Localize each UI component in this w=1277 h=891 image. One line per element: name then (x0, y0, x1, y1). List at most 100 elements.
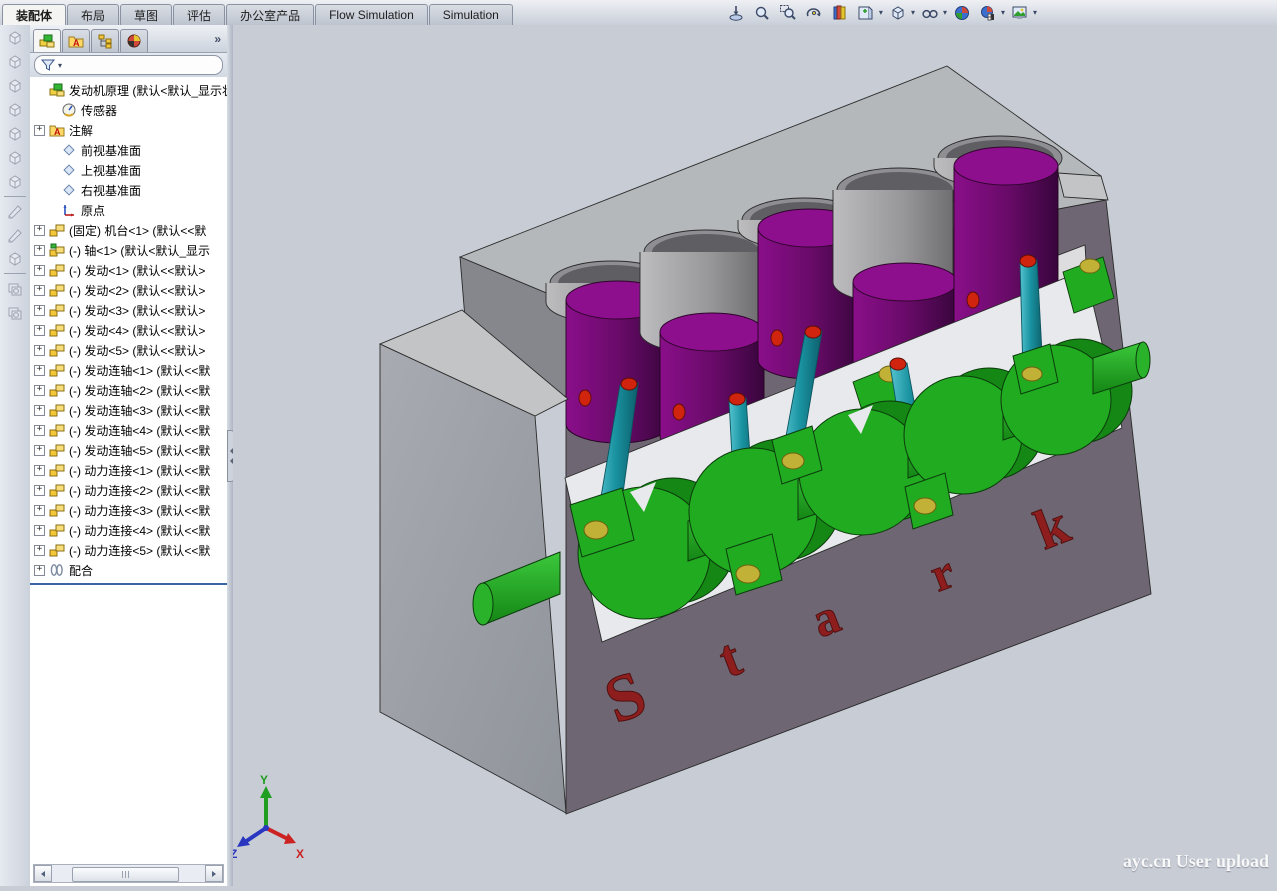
tree-item-component[interactable]: + (-) 发动<2> (默认<<默认> (30, 280, 227, 300)
expand-toggle[interactable]: + (34, 465, 45, 476)
expand-toggle[interactable]: + (34, 265, 45, 276)
tab-layout[interactable]: 布局 (67, 4, 119, 25)
expand-toggle[interactable]: + (34, 385, 45, 396)
back-view-icon[interactable] (2, 51, 28, 73)
tree-item-root[interactable]: 发动机原理 (默认<默认_显示状 (30, 80, 227, 100)
expand-toggle[interactable]: + (34, 445, 45, 456)
filter-caret[interactable]: ▾ (58, 61, 62, 70)
tree-item-component[interactable]: + (-) 动力连接<2> (默认<<默 (30, 480, 227, 500)
filter-funnel-icon (41, 58, 55, 72)
tree-item-component[interactable]: + (-) 发动连轴<3> (默认<<默 (30, 400, 227, 420)
expand-toggle[interactable]: + (34, 565, 45, 576)
reference-geometry-icon[interactable] (2, 248, 28, 270)
tree-item-component[interactable]: + (-) 发动连轴<2> (默认<<默 (30, 380, 227, 400)
scroll-left-button[interactable] (34, 865, 52, 882)
tab-assembly[interactable]: 装配体 (2, 4, 66, 25)
origin-icon (61, 202, 77, 218)
engine-assembly-model[interactable]: S t a r k (233, 25, 1277, 886)
3d-sketch-icon[interactable] (2, 224, 28, 246)
tab-office-products[interactable]: 办公室产品 (226, 4, 314, 25)
front-view-icon[interactable] (2, 27, 28, 49)
tree-item-front-plane[interactable]: 前视基准面 (30, 140, 227, 160)
apply-scene-dropdown[interactable]: ▾ (1001, 8, 1005, 17)
tree-item-component[interactable]: + (-) 轴<1> (默认<默认_显示 (30, 240, 227, 260)
panel-tab-overflow[interactable]: » (214, 32, 221, 46)
expand-toggle[interactable]: + (34, 245, 45, 256)
expand-toggle[interactable]: + (34, 525, 45, 536)
expand-toggle[interactable]: + (34, 545, 45, 556)
tree-item-component[interactable]: + (-) 动力连接<3> (默认<<默 (30, 500, 227, 520)
top-view-icon[interactable] (2, 123, 28, 145)
hide-show-items-icon[interactable] (919, 2, 941, 23)
apply-scene-icon[interactable] (977, 2, 999, 23)
tree-item-annotations[interactable]: + 注解 (30, 120, 227, 140)
scrollbar-thumb[interactable] (72, 867, 179, 882)
expand-toggle[interactable]: + (34, 125, 45, 136)
configurationmanager-tab[interactable] (91, 29, 119, 52)
tree-item-component[interactable]: + (-) 动力连接<5> (默认<<默 (30, 540, 227, 560)
tree-item-sensors[interactable]: 传感器 (30, 100, 227, 120)
tree-item-component[interactable]: + (-) 发动连轴<1> (默认<<默 (30, 360, 227, 380)
component-icon (49, 402, 65, 418)
tree-item-component[interactable]: + (固定) 机台<1> (默认<<默 (30, 220, 227, 240)
displaymanager-tab[interactable] (120, 29, 148, 52)
tree-item-component[interactable]: + (-) 发动<3> (默认<<默认> (30, 300, 227, 320)
edit-appearance-icon[interactable] (951, 2, 973, 23)
zoom-to-fit-icon[interactable] (751, 2, 773, 23)
expand-toggle[interactable]: + (34, 345, 45, 356)
view-orientation-dropdown[interactable]: ▾ (911, 8, 915, 17)
view-settings-dropdown[interactable]: ▾ (1033, 8, 1037, 17)
tree-item-component[interactable]: + (-) 发动<4> (默认<<默认> (30, 320, 227, 340)
expand-toggle[interactable]: + (34, 425, 45, 436)
featuremanager-tab[interactable] (33, 29, 61, 52)
tree-item-component[interactable]: + (-) 发动<1> (默认<<默认> (30, 260, 227, 280)
heads-up-view-toolbar: ▾ ▾ ▾ ▾ ▾ (725, 2, 1037, 23)
tab-sketch[interactable]: 草图 (120, 4, 172, 25)
tab-simulation[interactable]: Simulation (429, 4, 513, 25)
tree-item-component[interactable]: + (-) 发动<5> (默认<<默认> (30, 340, 227, 360)
left-view-icon[interactable] (2, 75, 28, 97)
normal-to-icon[interactable] (725, 2, 747, 23)
tab-flow-simulation[interactable]: Flow Simulation (315, 4, 428, 25)
expand-toggle[interactable]: + (34, 405, 45, 416)
section-view-icon[interactable] (855, 2, 877, 23)
rotate-view-icon[interactable] (803, 2, 825, 23)
tab-evaluate[interactable]: 评估 (173, 4, 225, 25)
tree-item-component[interactable]: + (-) 动力连接<1> (默认<<默 (30, 460, 227, 480)
panel-horizontal-scrollbar[interactable] (33, 864, 224, 883)
graphics-viewport[interactable]: S t a r k (233, 25, 1277, 886)
panel-split-bar[interactable] (30, 583, 227, 585)
tree-item-right-plane[interactable]: 右视基准面 (30, 180, 227, 200)
isometric-view-icon[interactable] (2, 171, 28, 193)
view-settings-icon[interactable] (1009, 2, 1031, 23)
3d-drawing-view-icon[interactable] (829, 2, 851, 23)
scroll-right-button[interactable] (205, 865, 223, 882)
tree-item-origin[interactable]: 原点 (30, 200, 227, 220)
filter-input[interactable] (65, 58, 216, 72)
tree-item-top-plane[interactable]: 上视基准面 (30, 160, 227, 180)
view-orientation-icon[interactable] (887, 2, 909, 23)
bottom-view-icon[interactable] (2, 147, 28, 169)
tree-item-component[interactable]: + (-) 发动连轴<5> (默认<<默 (30, 440, 227, 460)
sketch-icon[interactable] (2, 200, 28, 222)
component-icon (49, 242, 65, 258)
expand-toggle[interactable]: + (34, 505, 45, 516)
show-components-icon[interactable] (2, 301, 28, 323)
zoom-to-area-icon[interactable] (777, 2, 799, 23)
expand-toggle[interactable]: + (34, 365, 45, 376)
section-view-dropdown[interactable]: ▾ (879, 8, 883, 17)
right-view-icon[interactable] (2, 99, 28, 121)
expand-toggle[interactable]: + (34, 225, 45, 236)
expand-toggle[interactable]: + (34, 285, 45, 296)
tree-item-mates[interactable]: + 配合 (30, 560, 227, 580)
tree-item-component[interactable]: + (-) 动力连接<4> (默认<<默 (30, 520, 227, 540)
featuremanager-panel: » ▾ 发动机原理 (默认<默认_显示状 传感器 + 注解 前视基 (30, 25, 228, 886)
hide-components-icon[interactable] (2, 277, 28, 299)
tree-item-component[interactable]: + (-) 发动连轴<4> (默认<<默 (30, 420, 227, 440)
hide-show-items-dropdown[interactable]: ▾ (943, 8, 947, 17)
expand-toggle[interactable]: + (34, 325, 45, 336)
expand-toggle[interactable]: + (34, 485, 45, 496)
propertymanager-tab[interactable] (62, 29, 90, 52)
expand-toggle[interactable]: + (34, 305, 45, 316)
filter-pill[interactable]: ▾ (34, 55, 223, 75)
